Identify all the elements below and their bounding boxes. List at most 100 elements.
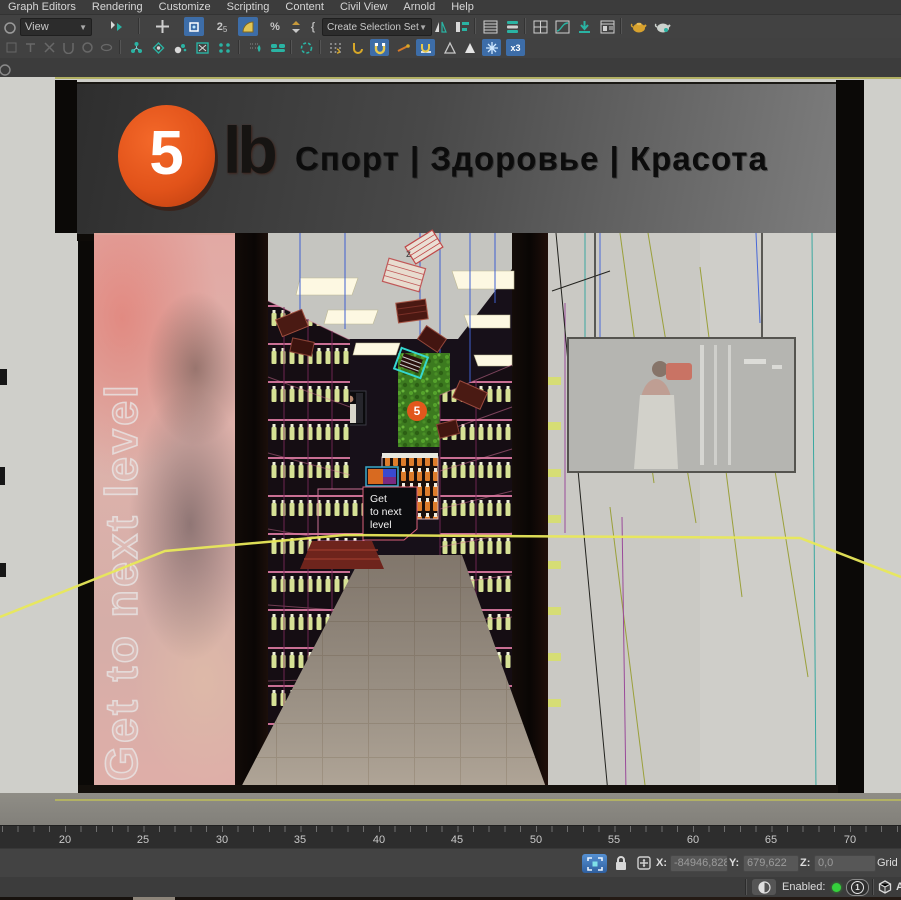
door-column-left [235,233,268,795]
snap-2d-toggle-icon[interactable] [416,39,435,56]
select-and-move-icon[interactable] [152,17,172,36]
counter-button[interactable]: 1 [846,879,869,896]
small-tv-screen [366,467,398,486]
brand-logo-icon: 5 [118,105,215,207]
menu-graph-editors[interactable]: Graph Editors [0,0,84,14]
disabled-tool-icon-4[interactable] [59,39,78,56]
timeline-label: 25 [137,834,149,846]
named-selection-sets-icon[interactable]: { [306,17,320,36]
mirror-icon[interactable] [430,17,450,36]
disabled-tool-icon-2[interactable] [21,39,40,56]
lock-selection-icon[interactable] [614,855,628,877]
axis-z-label: z [406,249,411,260]
interior-promo-sign: Get to next level [363,487,417,540]
layer-explorer-icon[interactable] [480,17,500,36]
viewport[interactable]: 5 lb Спорт | Здоровье | Красота Get to n… [0,77,901,825]
facade-frame-left [78,233,94,793]
disabled-tool-icon-1[interactable] [2,39,21,56]
spinner-snap-icon[interactable] [286,17,306,36]
menu-help[interactable]: Help [443,0,482,14]
counter-value: 1 [851,881,864,894]
menu-arnold[interactable]: Arnold [395,0,443,14]
menu-civil-view[interactable]: Civil View [332,0,395,14]
selection-set-dropdown[interactable]: Create Selection Set ▼ [322,18,432,36]
disabled-tool-icon-3[interactable] [40,39,59,56]
absolute-offset-toggle-icon[interactable] [636,855,652,876]
boxed-x-icon[interactable] [193,39,212,56]
facade-frame-top-left [55,80,77,233]
menu-rendering[interactable]: Rendering [84,0,151,14]
spray-icon[interactable] [171,39,190,56]
right-shelves [440,365,512,772]
percent-snap-icon[interactable]: % [265,17,285,36]
moss-logo-number: 5 [414,404,421,418]
render-production-teapot-icon[interactable] [628,17,648,36]
dots-plug-icon[interactable] [215,39,234,56]
add-button[interactable]: Add [896,881,901,893]
z-coord-field[interactable]: 0,0 [814,855,876,872]
render-iterative-teapot-icon[interactable] [652,17,672,36]
dots-link-icon[interactable] [127,39,146,56]
dashed-circle-icon[interactable] [297,39,316,56]
material-editor-icon[interactable] [530,17,550,36]
brand-number: 5 [149,123,183,185]
timeline-label: 45 [451,834,463,846]
menu-bar: Graph Editors Rendering Customize Script… [0,0,901,15]
selection-lens-icon[interactable] [149,39,168,56]
enabled-indicator[interactable] [832,883,841,892]
sidewalk-edge-line [55,799,901,801]
grid-flame-icon[interactable] [246,39,265,56]
svg-text:to next: to next [370,506,402,518]
hook-snap-icon[interactable] [348,39,367,56]
cone-outline-icon[interactable] [440,39,459,56]
timeline-label: 55 [608,834,620,846]
disabled-tool-icon-6[interactable] [97,39,116,56]
angle-snap-icon[interactable] [238,17,258,36]
grid-points-snap-icon[interactable] [326,39,345,56]
selected-track-light [394,348,428,378]
braces-label: { [311,21,315,33]
door-column-right [512,233,548,795]
percent-label: % [270,21,280,33]
render-setup-icon[interactable] [598,17,618,36]
left-shelves [268,301,350,793]
menu-content[interactable]: Content [277,0,332,14]
main-toolbar: View ▼ 25 % { Create Selection Set [0,15,901,38]
disabled-tool-icon-5[interactable] [78,39,97,56]
moss-wall [398,353,450,447]
curve-editor-icon[interactable] [552,17,572,36]
svg-text:Get: Get [370,493,387,505]
track-bar[interactable]: 20 25 30 35 40 45 50 55 60 65 70 [0,825,901,849]
menu-customize[interactable]: Customize [151,0,219,14]
select-object-icon[interactable] [0,17,20,36]
timeline-label: 35 [294,834,306,846]
x-coord-field[interactable]: -84946,828 [670,855,728,872]
sidewalk [0,793,901,825]
schematic-view-icon[interactable] [574,17,594,36]
x3-label: x3 [510,43,520,53]
snaps-toggle-25-icon[interactable]: 25 [212,17,232,36]
cone-filled-icon[interactable] [460,39,479,56]
orange-edge-snap-icon[interactable] [394,39,413,56]
y-coord-field[interactable]: 679,622 [743,855,799,872]
render-sphere-button[interactable] [752,879,776,895]
brand-suffix: lb [223,112,274,188]
align-icon[interactable] [452,17,472,36]
snap-frozen-toggle-icon[interactable] [482,39,501,56]
view-dropdown-label: View [25,21,49,33]
toolbar-gap [0,58,901,78]
snap-5-label: 5 [223,25,227,34]
scene-explorer-icon[interactable] [502,17,522,36]
menu-scripting[interactable]: Scripting [219,0,278,14]
select-and-rotate-icon[interactable] [184,17,204,36]
sign-title: Спорт | Здоровье | Красота [295,84,768,234]
select-and-link-icon[interactable] [106,17,126,36]
view-dropdown[interactable]: View ▼ [20,18,92,36]
snap-magnet-toggle-icon[interactable] [370,39,389,56]
x-coord-label: X: [656,857,667,869]
teal-bars-icon[interactable] [268,39,287,56]
isolate-selection-button[interactable] [582,854,607,873]
storefront-sign: 5 lb Спорт | Здоровье | Красота [77,82,836,241]
snap-x3-toggle-icon[interactable]: x3 [506,39,525,56]
showcase-tv-screen [568,338,795,472]
